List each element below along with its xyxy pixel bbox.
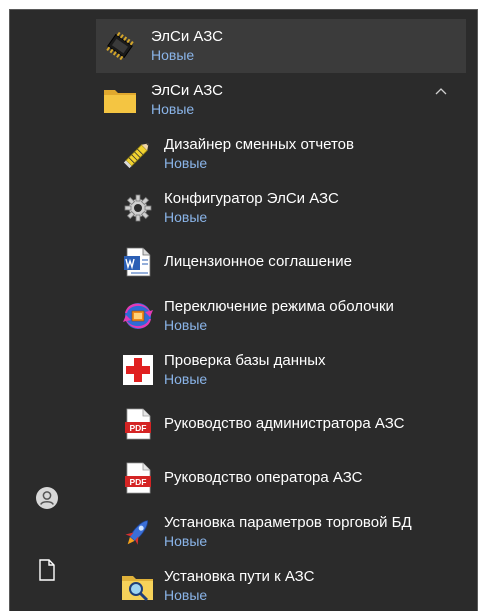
app-item-db-check[interactable]: Проверка базы данных Новые (96, 343, 466, 397)
account-button[interactable] (32, 485, 62, 515)
account-icon (35, 486, 59, 515)
app-title: Руководство оператора АЗС (164, 469, 363, 486)
new-badge: Новые (164, 587, 208, 603)
app-title: Установка параметров торговой БД (164, 514, 412, 531)
pdf-icon: PDF (120, 406, 156, 442)
switch-mode-icon (120, 298, 156, 334)
new-badge: Новые (151, 101, 195, 117)
red-cross-icon (120, 352, 156, 388)
app-title: Проверка базы данных (164, 352, 326, 369)
start-menu-rail (10, 10, 86, 611)
new-badge: Новые (164, 533, 208, 549)
app-title: Установка пути к АЗС (164, 568, 315, 585)
pdf-icon: PDF (120, 460, 156, 496)
app-item-report-designer[interactable]: Дизайнер сменных отчетов Новые (96, 127, 466, 181)
app-item-shell-switch[interactable]: Переключение режима оболочки Новые (96, 289, 466, 343)
app-item-license[interactable]: Лицензионное соглашение (96, 235, 466, 289)
app-title: Переключение режима оболочки (164, 298, 394, 315)
app-item-admin-guide[interactable]: PDF Руководство администратора АЗС (96, 397, 466, 451)
app-item-elsi-azs[interactable]: ЭлСи АЗС Новые (96, 19, 466, 73)
new-badge: Новые (164, 155, 208, 171)
chip-icon (102, 28, 138, 64)
search-folder-icon (120, 568, 156, 604)
gear-icon (120, 190, 156, 226)
app-item-azs-path[interactable]: Установка пути к АЗС Новые (96, 559, 466, 611)
app-list: ЭлСи АЗС Новые ЭлСи АЗС Новые Дизайнер с… (96, 19, 466, 611)
new-badge: Новые (164, 371, 208, 387)
svg-text:PDF: PDF (130, 423, 147, 433)
new-badge: Новые (164, 317, 208, 333)
start-menu: ЭлСи АЗС Новые ЭлСи АЗС Новые Дизайнер с… (9, 9, 478, 611)
folder-item-elsi-azs[interactable]: ЭлСи АЗС Новые (96, 73, 466, 127)
app-title: Лицензионное соглашение (164, 253, 352, 270)
folder-icon (102, 82, 138, 118)
word-document-icon (120, 244, 156, 280)
app-title: Дизайнер сменных отчетов (164, 136, 354, 153)
new-badge: Новые (151, 47, 195, 63)
pencil-icon (120, 136, 156, 172)
app-title: Конфигуратор ЭлСи АЗС (164, 190, 339, 207)
svg-text:PDF: PDF (130, 477, 147, 487)
folder-title: ЭлСи АЗС (151, 82, 223, 99)
chevron-up-icon[interactable] (434, 85, 448, 99)
app-item-operator-guide[interactable]: PDF Руководство оператора АЗС (96, 451, 466, 505)
documents-button[interactable] (32, 557, 62, 587)
new-badge: Новые (164, 209, 208, 225)
document-icon (38, 558, 56, 586)
app-title: Руководство администратора АЗС (164, 415, 405, 432)
app-title: ЭлСи АЗС (151, 28, 223, 45)
rocket-icon (120, 514, 156, 550)
app-item-configurator[interactable]: Конфигуратор ЭлСи АЗС Новые (96, 181, 466, 235)
app-item-trade-db-params[interactable]: Установка параметров торговой БД Новые (96, 505, 466, 559)
